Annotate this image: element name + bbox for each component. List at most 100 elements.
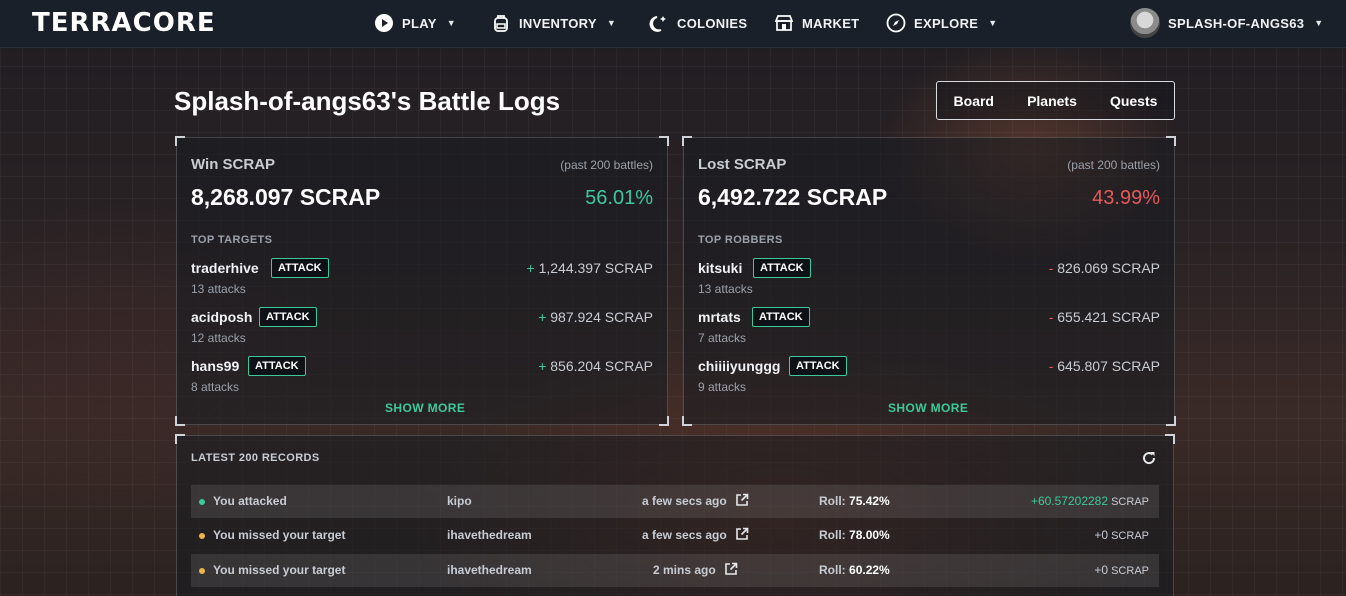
lost-title: Lost SCRAP (698, 156, 787, 173)
lost-percentage: 43.99% (1092, 187, 1160, 209)
target-row: traderhive ATTACK 13 attacks + 1,244.397… (191, 258, 653, 300)
robber-row: mrtats ATTACK 7 attacks - 655.421 SCRAP (698, 307, 1160, 349)
lost-scrap-panel: Lost SCRAP (past 200 battles) 6,492.722 … (682, 136, 1176, 426)
target-name[interactable]: traderhive (191, 260, 259, 276)
target-row: acidposh ATTACK 12 attacks + 987.924 SCR… (191, 307, 653, 349)
record-row: You missed your target ihavethedream 2 m… (191, 554, 1159, 587)
view-tabs: Board Planets Quests (936, 81, 1175, 120)
target-row: hans99 ATTACK 8 attacks + 856.204 SCRAP (191, 356, 653, 398)
record-target[interactable]: kipo (447, 494, 472, 508)
nav-play[interactable]: PLAY ▼ (374, 12, 456, 34)
record-roll: Roll: 75.42% (819, 494, 890, 508)
record-amount: +0 SCRAP (1094, 528, 1149, 542)
attack-button[interactable]: ATTACK (259, 307, 317, 327)
user-name: SPLASH-OF-ANGS63 (1168, 15, 1305, 31)
refresh-icon[interactable] (1141, 450, 1157, 466)
backpack-icon (491, 13, 511, 33)
avatar (1130, 8, 1160, 38)
record-message: You missed your target (213, 563, 346, 577)
robber-row: kitsuki ATTACK 13 attacks - 826.069 SCRA… (698, 258, 1160, 300)
record-roll: Roll: 78.00% (819, 528, 890, 542)
record-target[interactable]: ihavethedream (447, 528, 532, 542)
nav-explore[interactable]: EXPLORE ▼ (886, 12, 997, 34)
status-dot (199, 499, 205, 505)
row-amount: + 987.924 SCRAP (538, 309, 653, 325)
page-title: Splash-of-angs63's Battle Logs (174, 86, 561, 116)
attack-count: 7 attacks (698, 331, 747, 345)
attack-count: 12 attacks (191, 331, 246, 345)
external-link-icon[interactable] (735, 527, 749, 541)
terracore-logo[interactable]: TERRACORE (32, 8, 216, 38)
nav-inventory-label: INVENTORY (519, 15, 597, 31)
tab-quests[interactable]: Quests (1110, 93, 1157, 109)
record-time: a few secs ago (642, 494, 727, 508)
record-message: You missed your target (213, 528, 346, 542)
external-link-icon[interactable] (724, 562, 738, 576)
win-amount: 8,268.097 SCRAP (191, 184, 381, 210)
records-title: LATEST 200 RECORDS (191, 452, 320, 464)
chevron-down-icon: ▼ (606, 18, 617, 28)
row-amount: - 826.069 SCRAP (1048, 260, 1160, 276)
nav-market-label: MARKET (802, 15, 860, 31)
chevron-down-icon: ▼ (988, 18, 998, 28)
win-scrap-panel: Win SCRAP (past 200 battles) 8,268.097 S… (175, 136, 669, 426)
record-row: You missed your target ihavethedream a f… (191, 519, 1159, 552)
attack-button[interactable]: ATTACK (753, 258, 811, 278)
lost-amount: 6,492.722 SCRAP (698, 184, 888, 210)
record-amount: +0 SCRAP (1094, 563, 1149, 577)
chevron-down-icon: ▼ (1314, 18, 1324, 28)
nav-play-label: PLAY (402, 15, 437, 31)
show-more-robbers-button[interactable]: SHOW MORE (888, 401, 968, 415)
top-navbar: TERRACORE PLAY ▼ INVENTORY ▼ COLONIES MA… (0, 0, 1346, 48)
tab-planets[interactable]: Planets (1027, 93, 1077, 109)
attack-count: 9 attacks (698, 380, 747, 394)
top-robbers-label: TOP ROBBERS (698, 234, 783, 246)
win-title: Win SCRAP (191, 156, 276, 173)
status-dot (199, 568, 205, 574)
attack-button[interactable]: ATTACK (752, 307, 810, 327)
attack-button[interactable]: ATTACK (271, 258, 329, 278)
record-message: You attacked (213, 494, 287, 508)
nav-inventory[interactable]: INVENTORY ▼ (491, 12, 616, 34)
chevron-down-icon: ▼ (446, 18, 456, 28)
robber-name[interactable]: mrtats (698, 309, 741, 325)
external-link-icon[interactable] (735, 493, 749, 507)
attack-count: 13 attacks (191, 282, 246, 296)
record-target[interactable]: ihavethedream (447, 563, 532, 577)
row-amount: - 645.807 SCRAP (1048, 358, 1160, 374)
latest-records-panel: LATEST 200 RECORDS You attacked kipo a f… (175, 434, 1175, 596)
compass-icon (886, 13, 906, 33)
attack-count: 13 attacks (698, 282, 753, 296)
play-icon (374, 13, 394, 33)
top-targets-label: TOP TARGETS (191, 234, 273, 246)
store-icon (774, 13, 794, 33)
win-percentage: 56.01% (585, 187, 653, 209)
nav-colonies[interactable]: COLONIES (649, 12, 747, 34)
record-roll: Roll: 60.22% (819, 563, 890, 577)
record-time: a few secs ago (642, 528, 727, 542)
record-time: 2 mins ago (653, 563, 716, 577)
nav-market[interactable]: MARKET (774, 12, 859, 34)
nav-explore-label: EXPLORE (914, 15, 979, 31)
status-dot (199, 533, 205, 539)
row-amount: - 655.421 SCRAP (1048, 309, 1160, 325)
target-name[interactable]: acidposh (191, 309, 252, 325)
show-more-targets-button[interactable]: SHOW MORE (385, 401, 465, 415)
attack-button[interactable]: ATTACK (248, 356, 306, 376)
record-amount: +60.57202282 SCRAP (1030, 494, 1149, 508)
lost-subtitle: (past 200 battles) (1067, 158, 1160, 172)
user-menu[interactable]: SPLASH-OF-ANGS63 ▼ (1130, 8, 1323, 38)
row-amount: + 856.204 SCRAP (538, 358, 653, 374)
record-row: You attacked kipo a few secs ago Roll: 7… (191, 485, 1159, 518)
target-name[interactable]: hans99 (191, 358, 239, 374)
attack-button[interactable]: ATTACK (789, 356, 847, 376)
nav-colonies-label: COLONIES (677, 15, 748, 31)
win-subtitle: (past 200 battles) (560, 158, 653, 172)
robber-name[interactable]: kitsuki (698, 260, 742, 276)
row-amount: + 1,244.397 SCRAP (526, 260, 653, 276)
attack-count: 8 attacks (191, 380, 240, 394)
robber-row: chiiiiyunggg ATTACK 9 attacks - 645.807 … (698, 356, 1160, 398)
robber-name[interactable]: chiiiiyunggg (698, 358, 780, 374)
tab-board[interactable]: Board (954, 93, 994, 109)
moon-stars-icon (649, 13, 669, 33)
